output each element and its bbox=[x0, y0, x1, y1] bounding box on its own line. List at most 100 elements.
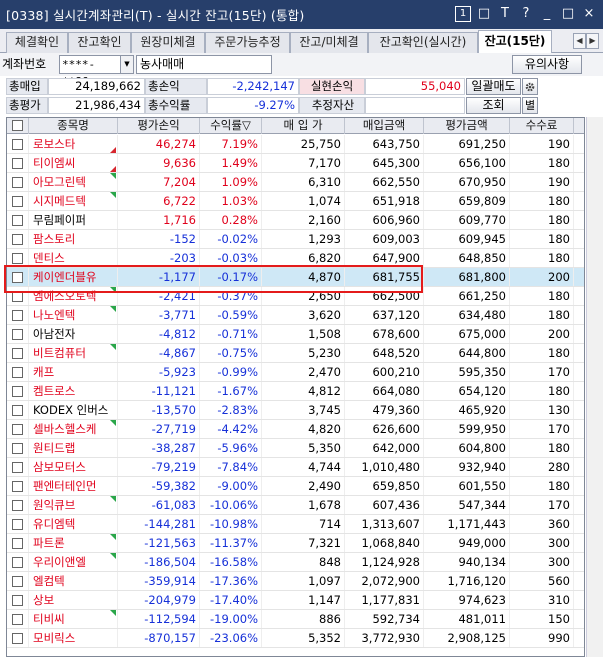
tab-orderable-estimate[interactable]: 주문가능추정 bbox=[205, 32, 290, 53]
total-return-label: 총수익률 bbox=[145, 97, 207, 114]
row-checkbox[interactable] bbox=[12, 386, 23, 397]
header-pl[interactable]: 평가손익 bbox=[118, 118, 200, 134]
notice-button[interactable]: 유의사항 bbox=[512, 55, 582, 74]
help-icon[interactable]: ? bbox=[518, 6, 534, 22]
table-row[interactable]: 비트컴퓨터 -4,867 -0.75% 5,230 648,520 644,800 180 bbox=[7, 344, 584, 363]
tab-next-icon[interactable]: ▶ bbox=[586, 33, 599, 49]
row-checkbox[interactable] bbox=[12, 234, 23, 245]
row-checkbox[interactable] bbox=[12, 633, 23, 644]
table-row[interactable]: 켐트로스 -11,121 -1.67% 4,812 664,080 654,120 180 bbox=[7, 382, 584, 401]
header-fee[interactable]: 수수료 bbox=[510, 118, 574, 134]
row-checkbox[interactable] bbox=[12, 462, 23, 473]
header-rate[interactable]: 수익률▽ bbox=[200, 118, 262, 134]
row-checkbox[interactable] bbox=[12, 557, 23, 568]
buy-amount-cell: 3,772,930 bbox=[345, 629, 424, 647]
minimize-icon[interactable]: _ bbox=[539, 6, 555, 22]
tab-balance-check[interactable]: 잔고확인 bbox=[68, 32, 131, 53]
select-all-checkbox[interactable] bbox=[12, 120, 23, 131]
fee-cell: 310 bbox=[510, 591, 574, 609]
chevron-down-icon[interactable]: ▼ bbox=[121, 55, 134, 74]
row-checkbox[interactable] bbox=[12, 310, 23, 321]
table-row[interactable]: 파트론 -121,563 -11.37% 7,321 1,068,840 949,000 3… bbox=[7, 534, 584, 553]
row-checkbox[interactable] bbox=[12, 367, 23, 378]
header-name[interactable]: 종목명 bbox=[29, 118, 118, 134]
gear-icon[interactable] bbox=[522, 78, 538, 95]
maximize-icon[interactable]: □ bbox=[560, 6, 576, 22]
table-row[interactable]: 무림페이퍼 1,716 0.28% 2,160 606,960 609,770 180 bbox=[7, 211, 584, 230]
row-checkbox[interactable] bbox=[12, 348, 23, 359]
header-price[interactable]: 매 입 가 bbox=[262, 118, 345, 134]
table-row[interactable]: KODEX 인버스 -13,570 -2.83% 3,745 479,360 465,92… bbox=[7, 401, 584, 420]
buy-amount-cell: 600,210 bbox=[345, 363, 424, 381]
table-row[interactable]: 모비릭스 -870,157 -23.06% 5,352 3,772,930 2,908,1… bbox=[7, 629, 584, 648]
tab-balance-unfilled[interactable]: 잔고/미체결 bbox=[290, 32, 368, 53]
table-row[interactable]: 로보스타 46,274 7.19% 25,750 643,750 691,250 190 bbox=[7, 135, 584, 154]
table-row[interactable]: 아남전자 -4,812 -0.71% 1,508 678,600 675,000 200 bbox=[7, 325, 584, 344]
table-row[interactable]: 원익큐브 -61,083 -10.06% 1,678 607,436 547,344 170 bbox=[7, 496, 584, 515]
header-eval-amount[interactable]: 평가금액 bbox=[424, 118, 510, 134]
row-checkbox[interactable] bbox=[12, 158, 23, 169]
bulk-sell-button[interactable]: 일괄매도 bbox=[466, 78, 521, 95]
row-checkbox[interactable] bbox=[12, 424, 23, 435]
eval-amount-cell: 1,716,120 bbox=[424, 572, 510, 590]
table-row[interactable]: 팬엔터테인먼 -59,382 -9.00% 2,490 659,850 601,550 18… bbox=[7, 477, 584, 496]
restore-icon[interactable]: □ bbox=[476, 6, 492, 22]
row-checkbox[interactable] bbox=[12, 405, 23, 416]
price-cell: 886 bbox=[262, 610, 345, 628]
row-checkbox[interactable] bbox=[12, 538, 23, 549]
table-row[interactable]: 시지메드텍 6,722 1.03% 1,074 651,918 659,809 180 bbox=[7, 192, 584, 211]
table-row[interactable]: 원티드랩 -38,287 -5.96% 5,350 642,000 604,800 180 bbox=[7, 439, 584, 458]
separate-button[interactable]: 별 bbox=[522, 97, 538, 114]
link-number-button[interactable]: 1 bbox=[455, 6, 471, 22]
close-icon[interactable]: × bbox=[581, 6, 597, 22]
table-row[interactable]: 티비씨 -112,594 -19.00% 886 592,734 481,011 150 bbox=[7, 610, 584, 629]
table-row[interactable]: 우리이앤엘 -186,504 -16.58% 848 1,124,928 940,134 3… bbox=[7, 553, 584, 572]
row-checkbox[interactable] bbox=[12, 481, 23, 492]
row-checkbox[interactable] bbox=[12, 519, 23, 530]
row-checkbox[interactable] bbox=[12, 614, 23, 625]
table-row[interactable]: 삼보모터스 -79,219 -7.84% 4,744 1,010,480 932,940 2… bbox=[7, 458, 584, 477]
table-row[interactable]: 상보 -204,979 -17.40% 1,147 1,177,831 974,623 31… bbox=[7, 591, 584, 610]
eval-amount-cell: 675,000 bbox=[424, 325, 510, 343]
tab-execution-check[interactable]: 체결확인 bbox=[6, 32, 68, 53]
table-row[interactable]: 티이엠씨 9,636 1.49% 7,170 645,300 656,100 180 bbox=[7, 154, 584, 173]
row-checkbox[interactable] bbox=[12, 196, 23, 207]
fee-cell: 180 bbox=[510, 344, 574, 362]
table-row[interactable]: 셀바스헬스케 -27,719 -4.42% 4,820 626,600 599,950 17… bbox=[7, 420, 584, 439]
rate-cell: -17.36% bbox=[200, 572, 262, 590]
rate-cell: -1.67% bbox=[200, 382, 262, 400]
tab-ledger-unfilled[interactable]: 원장미체결 bbox=[131, 32, 205, 53]
row-checkbox[interactable] bbox=[12, 500, 23, 511]
row-checkbox[interactable] bbox=[12, 329, 23, 340]
fee-cell: 200 bbox=[510, 325, 574, 343]
row-checkbox[interactable] bbox=[12, 443, 23, 454]
table-row[interactable]: 팜스토리 -152 -0.02% 1,293 609,003 609,945 180 bbox=[7, 230, 584, 249]
row-checkbox-cell bbox=[7, 515, 29, 533]
query-button[interactable]: 조회 bbox=[466, 97, 521, 114]
row-checkbox[interactable] bbox=[12, 253, 23, 264]
row-checkbox[interactable] bbox=[12, 215, 23, 226]
row-checkbox[interactable] bbox=[12, 576, 23, 587]
tab-balance-realtime[interactable]: 잔고확인(실시간) bbox=[368, 32, 478, 53]
row-checkbox[interactable] bbox=[12, 595, 23, 606]
eval-amount-cell: 974,623 bbox=[424, 591, 510, 609]
table-row[interactable]: 유디엠텍 -144,281 -10.98% 714 1,313,607 1,171,443… bbox=[7, 515, 584, 534]
stock-name-cell: 아모그린텍 bbox=[29, 173, 118, 191]
account-number-field[interactable]: ****-**86 bbox=[59, 55, 121, 88]
table-row[interactable]: 나노엔텍 -3,771 -0.59% 3,620 637,120 634,480 180 bbox=[7, 306, 584, 325]
table-row[interactable]: 엘컴텍 -359,914 -17.36% 1,097 2,072,900 1,716,12… bbox=[7, 572, 584, 591]
row-checkbox[interactable] bbox=[12, 139, 23, 150]
table-row[interactable]: 캐프 -5,923 -0.99% 2,470 600,210 595,350 170 bbox=[7, 363, 584, 382]
table-row[interactable]: 아모그린텍 7,204 1.09% 6,310 662,550 670,950 190 bbox=[7, 173, 584, 192]
font-icon[interactable]: T bbox=[497, 6, 513, 22]
tab-balance-15[interactable]: 잔고(15단) bbox=[478, 30, 552, 53]
eval-amount-cell: 609,945 bbox=[424, 230, 510, 248]
row-checkbox[interactable] bbox=[12, 177, 23, 188]
tab-prev-icon[interactable]: ◀ bbox=[573, 33, 586, 49]
fee-cell: 180 bbox=[510, 230, 574, 248]
header-checkbox-cell bbox=[7, 118, 29, 134]
price-cell: 5,230 bbox=[262, 344, 345, 362]
header-buy-amount[interactable]: 매입금액 bbox=[345, 118, 424, 134]
buy-amount-cell: 1,313,607 bbox=[345, 515, 424, 533]
vertical-scrollbar[interactable] bbox=[586, 117, 603, 657]
